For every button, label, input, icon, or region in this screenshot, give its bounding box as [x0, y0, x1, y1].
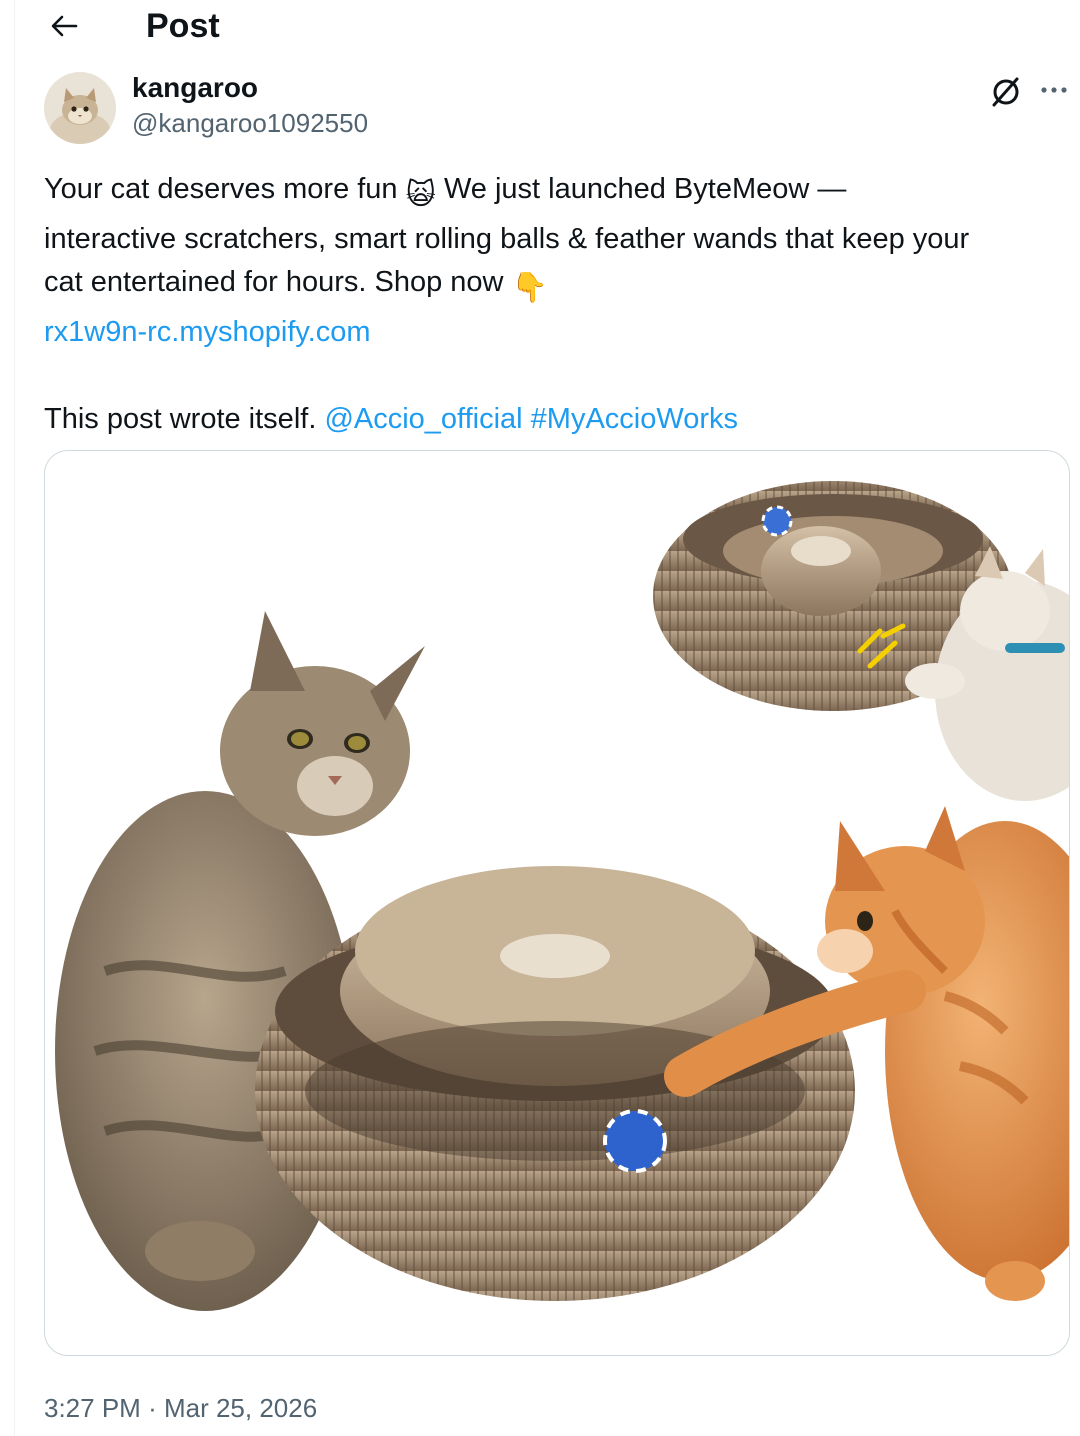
post-line-5: This post wrote itself. @Accio_official …	[44, 402, 739, 435]
timestamp-separator: ·	[148, 1393, 157, 1423]
timeline-border	[14, 0, 15, 1436]
post-time[interactable]: 3:27 PM	[44, 1393, 141, 1423]
large-scratcher	[255, 866, 855, 1301]
pointing-down-emoji-icon: 👇	[511, 272, 548, 304]
hashtag-link[interactable]: #MyAccioWorks	[531, 403, 738, 435]
arrow-left-icon	[51, 15, 78, 37]
post-blank-line	[44, 354, 1074, 398]
mention-link[interactable]: @Accio_official	[324, 403, 522, 435]
back-button[interactable]	[44, 6, 84, 46]
author-handle[interactable]: @kangaroo1092550	[132, 106, 368, 140]
post-line-1: Your cat deserves more fun 🙀 We just lau…	[44, 168, 1074, 218]
post-date[interactable]: Mar 25, 2026	[164, 1393, 317, 1423]
post-line-2: interactive scratchers, smart rolling ba…	[44, 222, 970, 255]
avatar[interactable]	[44, 72, 116, 144]
post-line-3: cat entertained for hours. Shop now 👇	[44, 261, 1074, 311]
product-photo	[55, 481, 1069, 1311]
post-timestamp: 3:27 PM · Mar 25, 2026	[44, 1390, 317, 1426]
grok-icon	[992, 77, 1019, 107]
more-button[interactable]	[1034, 72, 1074, 108]
page-title: Post	[146, 7, 220, 45]
grok-button[interactable]	[986, 72, 1026, 112]
cat-emoji-icon: 🙀	[405, 179, 436, 211]
post-header: Post	[0, 0, 1080, 52]
author-display-name[interactable]: kangaroo	[132, 70, 258, 106]
post-text: Your cat deserves more fun 🙀 We just lau…	[44, 168, 1074, 441]
post-media[interactable]	[44, 450, 1070, 1356]
post-line-4: rx1w9n-rc.myshopify.com	[44, 311, 1074, 355]
shop-url-link[interactable]: rx1w9n-rc.myshopify.com	[44, 316, 371, 348]
cat-avatar-image	[44, 72, 116, 144]
more-horizontal-icon	[1041, 87, 1067, 93]
